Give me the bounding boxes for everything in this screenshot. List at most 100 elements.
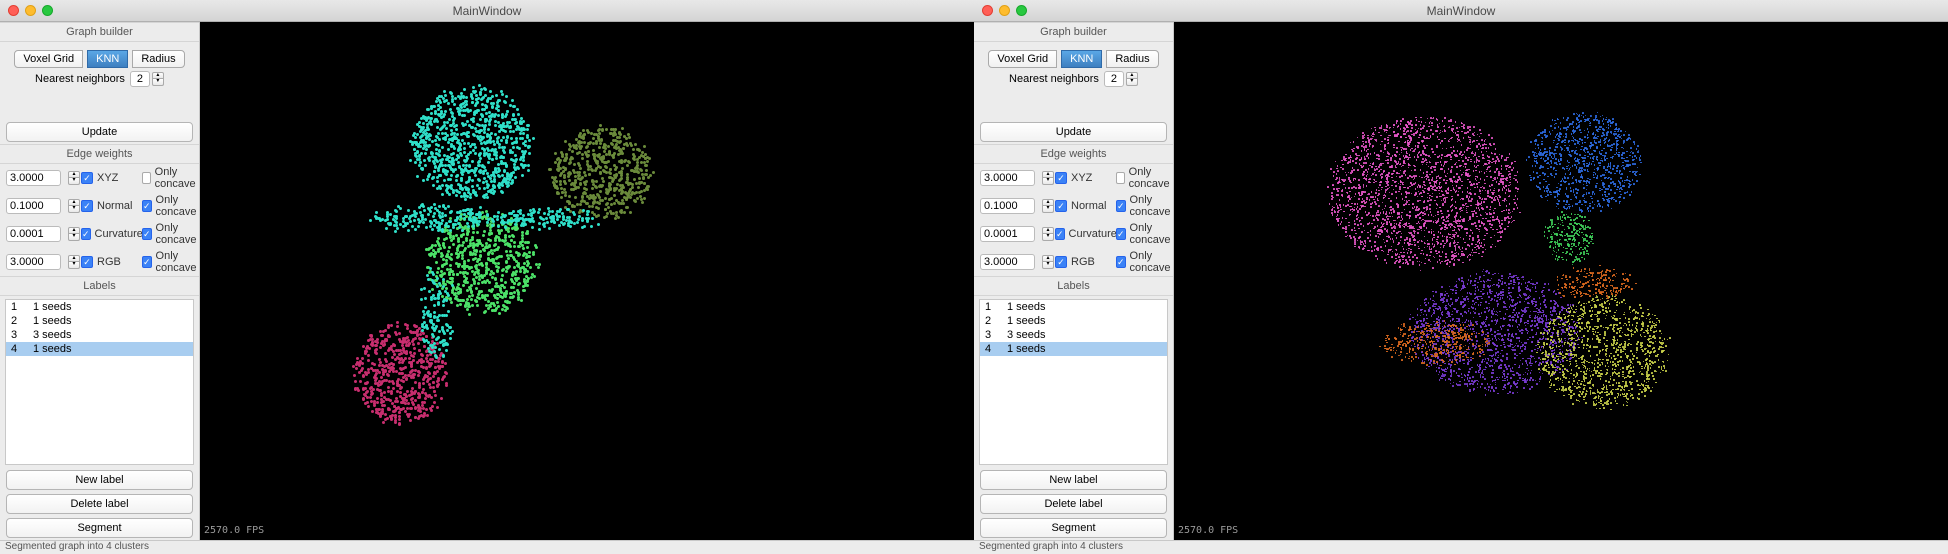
ew0-down[interactable]: ▾: [1042, 178, 1054, 185]
feat-checkbox[interactable]: ✓: [1055, 228, 1065, 240]
only-concave-checkbox[interactable]: ✓: [142, 256, 152, 268]
feat-checkbox[interactable]: ✓: [1055, 200, 1067, 212]
seed-text: 1 seeds: [1007, 301, 1046, 313]
edge-weight-input[interactable]: [6, 170, 61, 186]
seed-index: 1: [985, 301, 997, 313]
seed-row[interactable]: 33 seeds: [980, 328, 1167, 342]
minimize-icon[interactable]: [999, 5, 1010, 16]
sidebar: Graph builderVoxel GridKNNRadiusNearest …: [974, 22, 1174, 540]
seed-row[interactable]: 21 seeds: [980, 314, 1167, 328]
edge-weight-value-wrap: ▴▾: [6, 170, 78, 186]
ew3-spinner[interactable]: ▴▾: [68, 255, 80, 269]
seed-row[interactable]: 21 seeds: [6, 314, 193, 328]
nn-down[interactable]: ▾: [152, 79, 164, 86]
feat-checkbox[interactable]: ✓: [81, 172, 93, 184]
ew0-down[interactable]: ▾: [68, 178, 80, 185]
ew1-down[interactable]: ▾: [68, 206, 80, 213]
update-button[interactable]: Update: [6, 122, 193, 142]
ew3-down[interactable]: ▾: [68, 262, 80, 269]
feat-checkbox[interactable]: ✓: [81, 256, 93, 268]
only-concave-checkbox[interactable]: ✓: [1116, 228, 1126, 240]
seed-row[interactable]: 33 seeds: [6, 328, 193, 342]
3d-viewport[interactable]: 2570.0 FPS: [1174, 22, 1948, 540]
ew2-spinner[interactable]: ▴▾: [68, 227, 80, 241]
zoom-icon[interactable]: [42, 5, 53, 16]
only-concave-checkbox[interactable]: ✓: [1116, 256, 1126, 268]
edge-weight-input[interactable]: [980, 226, 1035, 242]
ew3-spinner[interactable]: ▴▾: [1042, 255, 1054, 269]
seed-list[interactable]: 11 seeds21 seeds33 seeds4 1 seeds: [5, 299, 194, 465]
only-concave-checkbox[interactable]: [142, 172, 151, 184]
nn-stepper: ▴▾: [1104, 71, 1138, 87]
tab-voxel-grid[interactable]: Voxel Grid: [988, 50, 1057, 68]
tab-radius[interactable]: Radius: [132, 50, 184, 68]
seed-row[interactable]: 11 seeds: [6, 300, 193, 314]
minimize-icon[interactable]: [25, 5, 36, 16]
feat-checkbox[interactable]: ✓: [81, 228, 91, 240]
edge-weight-input[interactable]: [6, 198, 61, 214]
delete-label-button[interactable]: Delete label: [6, 494, 193, 514]
edge-weight-input[interactable]: [6, 254, 61, 270]
nn-input[interactable]: [1104, 71, 1124, 87]
ew0-spinner[interactable]: ▴▾: [1042, 171, 1054, 185]
feat-checkbox[interactable]: ✓: [1055, 256, 1067, 268]
new-label-button[interactable]: New label: [6, 470, 193, 490]
update-button[interactable]: Update: [980, 122, 1167, 142]
seed-list[interactable]: 1 1 seeds21 seeds33 seeds41 seeds: [979, 299, 1168, 465]
ew0-spinner[interactable]: ▴▾: [68, 171, 80, 185]
edge-weight-input[interactable]: [980, 198, 1035, 214]
new-label-button[interactable]: New label: [980, 470, 1167, 490]
feat-label: Curvature: [95, 228, 143, 240]
app-window: MainWindowGraph builderVoxel GridKNNRadi…: [0, 0, 974, 554]
ew2-spinner[interactable]: ▴▾: [1042, 227, 1054, 241]
delete-label-button[interactable]: Delete label: [980, 494, 1167, 514]
edge-weight-input[interactable]: [980, 254, 1035, 270]
seed-row[interactable]: 4 1 seeds: [6, 342, 193, 356]
edge-weight-input[interactable]: [980, 170, 1035, 186]
seed-row[interactable]: 41 seeds: [980, 342, 1167, 356]
ew1-spinner[interactable]: ▴▾: [1042, 199, 1054, 213]
traffic-lights: [8, 5, 53, 16]
3d-viewport[interactable]: 2570.0 FPS: [200, 22, 974, 540]
edge-weight-row: ▴▾✓Normal✓Only concave: [0, 192, 199, 220]
graph-builder-heading: Graph builder: [0, 22, 199, 42]
nn-down[interactable]: ▾: [1126, 79, 1138, 86]
only-concave-label: Only concave: [1130, 194, 1173, 218]
only-concave-checkbox[interactable]: ✓: [1116, 200, 1126, 212]
segment-button[interactable]: Segment: [980, 518, 1167, 538]
traffic-lights: [982, 5, 1027, 16]
tab-radius[interactable]: Radius: [1106, 50, 1158, 68]
edge-weight-value-wrap: ▴▾: [980, 254, 1052, 270]
ew2-down[interactable]: ▾: [68, 234, 80, 241]
edge-weight-row: ▴▾✓Normal✓Only concave: [974, 192, 1173, 220]
ew1-spinner[interactable]: ▴▾: [68, 199, 80, 213]
seed-row[interactable]: 1 1 seeds: [980, 300, 1167, 314]
ew3-down[interactable]: ▾: [1042, 262, 1054, 269]
feat-checkbox[interactable]: ✓: [1055, 172, 1067, 184]
tab-knn[interactable]: KNN: [87, 50, 128, 68]
close-icon[interactable]: [982, 5, 993, 16]
edge-weight-value-wrap: ▴▾: [980, 198, 1052, 214]
seed-text: 1 seeds: [33, 315, 72, 327]
only-concave-checkbox[interactable]: [1116, 172, 1125, 184]
close-icon[interactable]: [8, 5, 19, 16]
ew2-down[interactable]: ▾: [1042, 234, 1054, 241]
status-bar: Segmented graph into 4 clusters: [974, 540, 1948, 554]
nn-spinner[interactable]: ▴▾: [1126, 72, 1138, 86]
tab-knn[interactable]: KNN: [1061, 50, 1102, 68]
edge-weight-input[interactable]: [6, 226, 61, 242]
only-concave-checkbox[interactable]: ✓: [142, 228, 152, 240]
seed-text: 1 seeds: [33, 343, 72, 355]
feat-checkbox[interactable]: ✓: [81, 200, 93, 212]
zoom-icon[interactable]: [1016, 5, 1027, 16]
edge-weight-row: ▴▾✓XYZOnly concave: [0, 164, 199, 192]
seed-text: 3 seeds: [33, 329, 72, 341]
nn-spinner[interactable]: ▴▾: [152, 72, 164, 86]
seed-index: 4: [985, 343, 997, 355]
tab-voxel-grid[interactable]: Voxel Grid: [14, 50, 83, 68]
seed-index: 4: [11, 343, 23, 355]
nn-input[interactable]: [130, 71, 150, 87]
segment-button[interactable]: Segment: [6, 518, 193, 538]
only-concave-checkbox[interactable]: ✓: [142, 200, 152, 212]
ew1-down[interactable]: ▾: [1042, 206, 1054, 213]
